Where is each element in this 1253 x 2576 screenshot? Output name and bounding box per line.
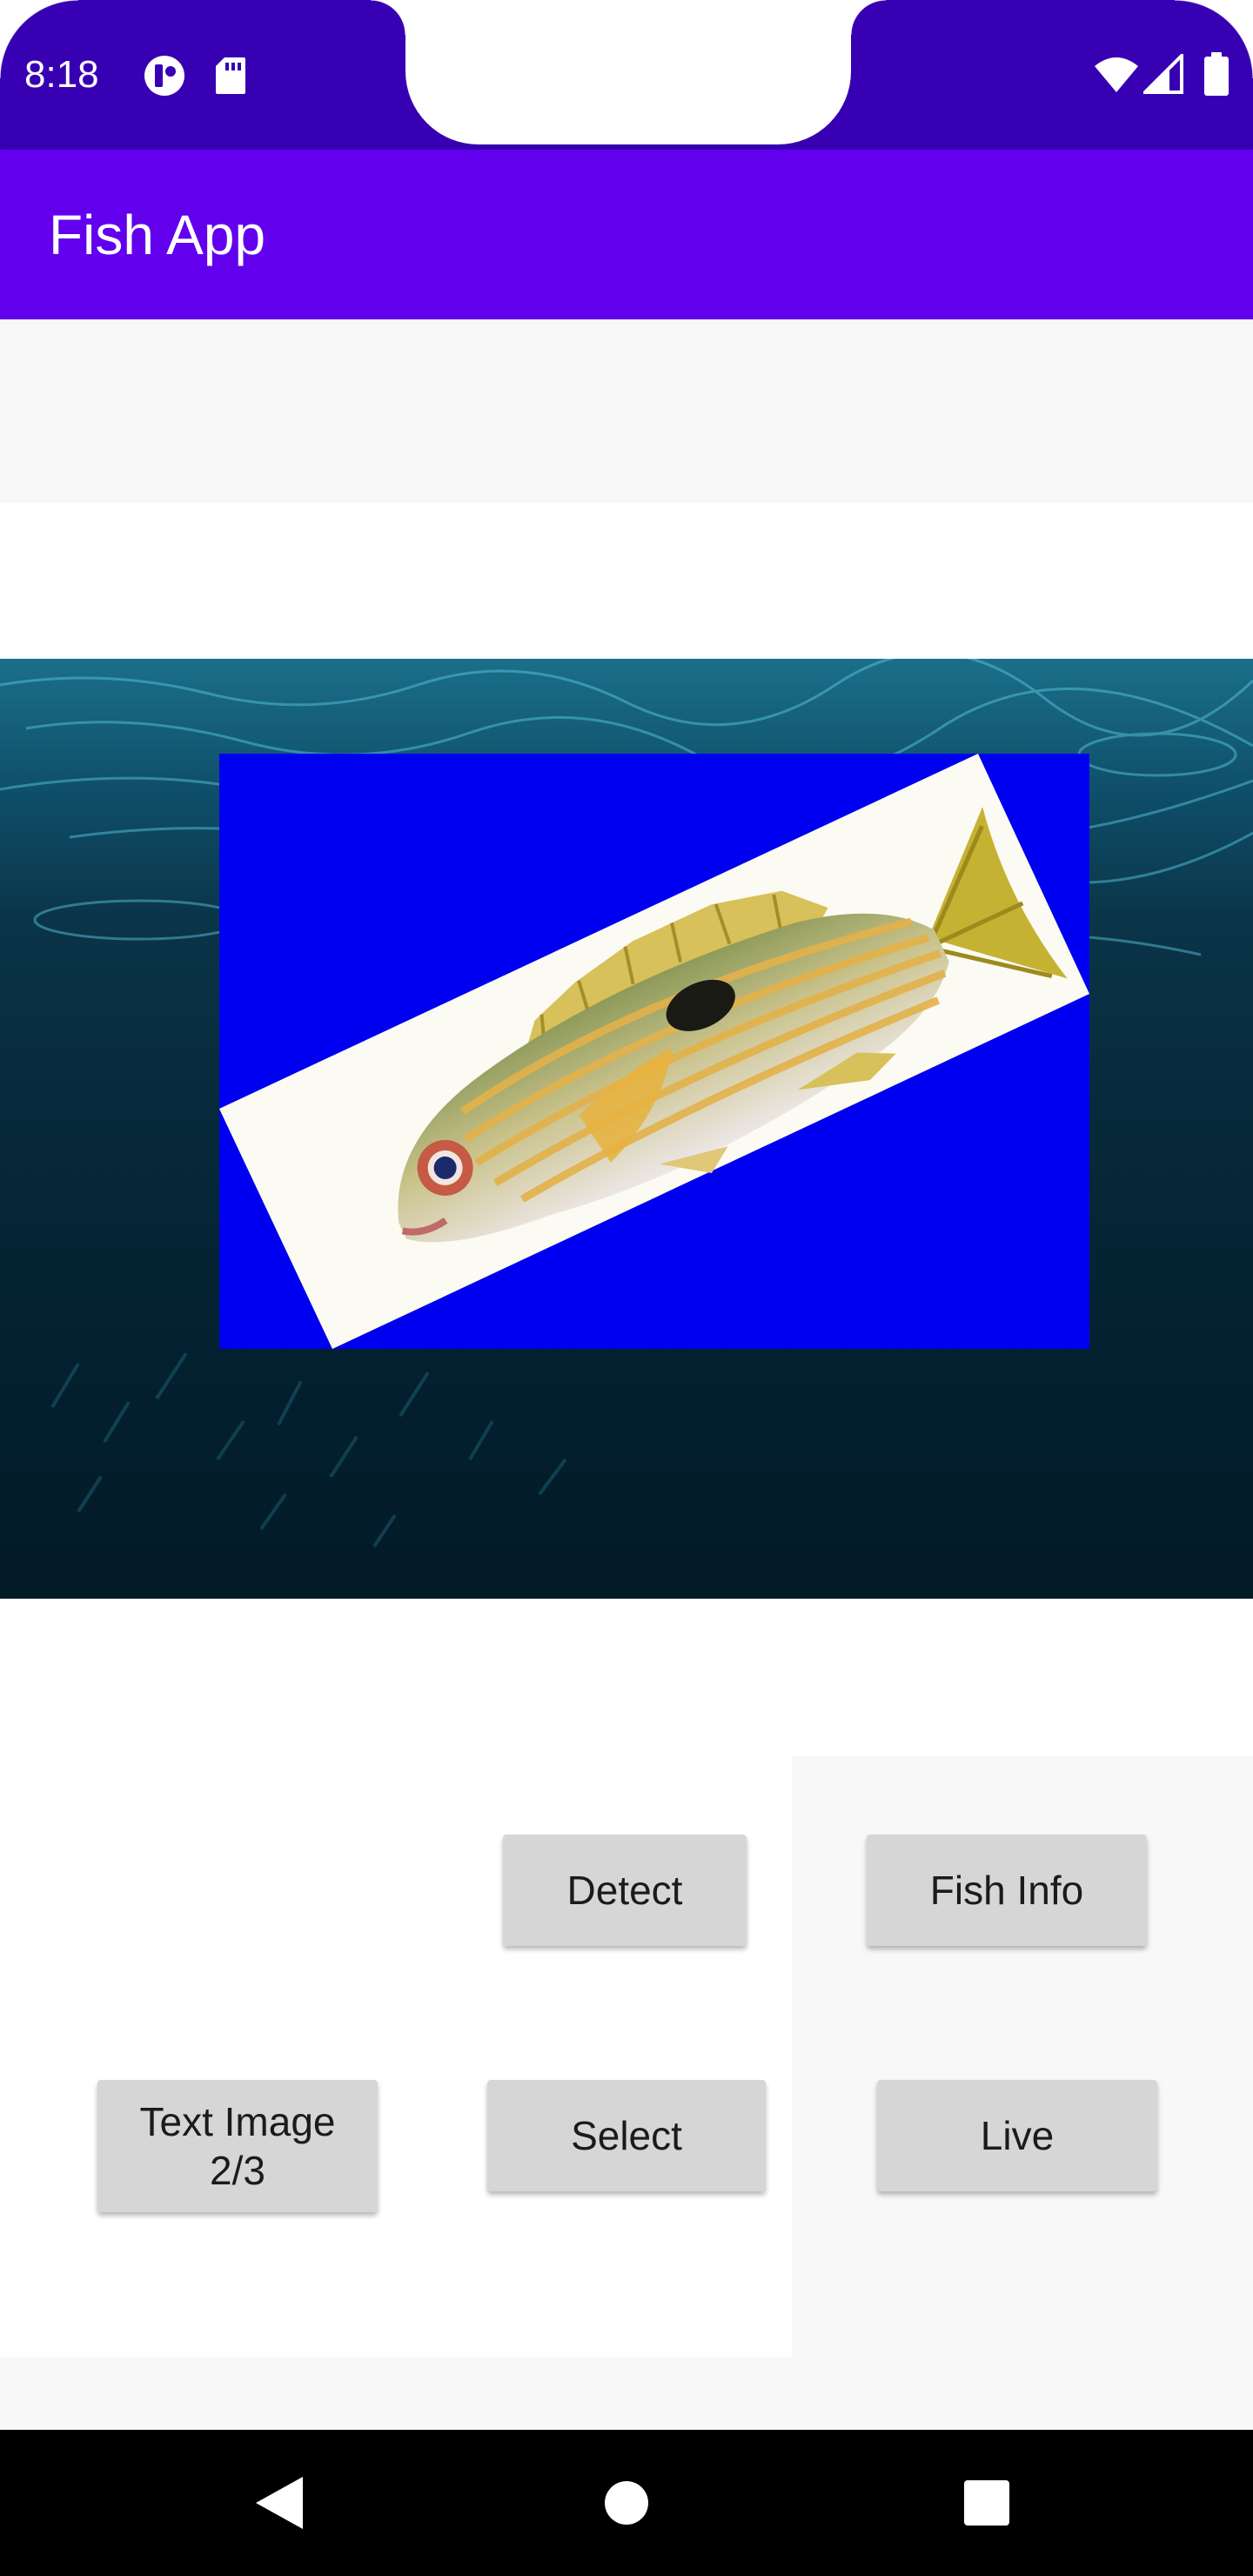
camera-notch <box>405 0 851 144</box>
empty-header-area <box>0 319 1253 503</box>
status-bar: 8:18 <box>0 0 1253 150</box>
select-button-label: Select <box>571 2113 682 2158</box>
recents-icon[interactable] <box>943 2459 1030 2546</box>
fish-image <box>219 754 1089 1349</box>
text-image-button-label: Text Image 2/3 <box>139 2099 336 2193</box>
detect-button[interactable]: Detect <box>503 1835 747 1946</box>
button-panel-background <box>0 2357 1253 2430</box>
signal-icon <box>1141 51 1183 98</box>
battery-icon <box>1204 52 1229 100</box>
notification-app-icon <box>143 54 186 102</box>
notch-shoulder <box>851 0 886 35</box>
select-button[interactable]: Select <box>487 2080 766 2191</box>
app-title: Fish App <box>49 204 266 266</box>
home-icon[interactable] <box>583 2459 670 2546</box>
app-bar: Fish App <box>0 150 1253 319</box>
wifi-icon <box>1093 56 1140 98</box>
fish-info-button[interactable]: Fish Info <box>867 1835 1147 1946</box>
navigation-bar <box>0 2430 1253 2576</box>
sd-card-icon <box>214 56 247 100</box>
notch-shoulder <box>371 0 405 35</box>
back-icon[interactable] <box>235 2459 322 2546</box>
live-button-label: Live <box>980 2113 1055 2158</box>
text-image-button[interactable]: Text Image 2/3 <box>97 2080 378 2212</box>
fish-info-button-label: Fish Info <box>929 1868 1084 1913</box>
live-button[interactable]: Live <box>877 2080 1157 2191</box>
status-time: 8:18 <box>24 53 99 96</box>
detect-button-label: Detect <box>566 1868 683 1913</box>
